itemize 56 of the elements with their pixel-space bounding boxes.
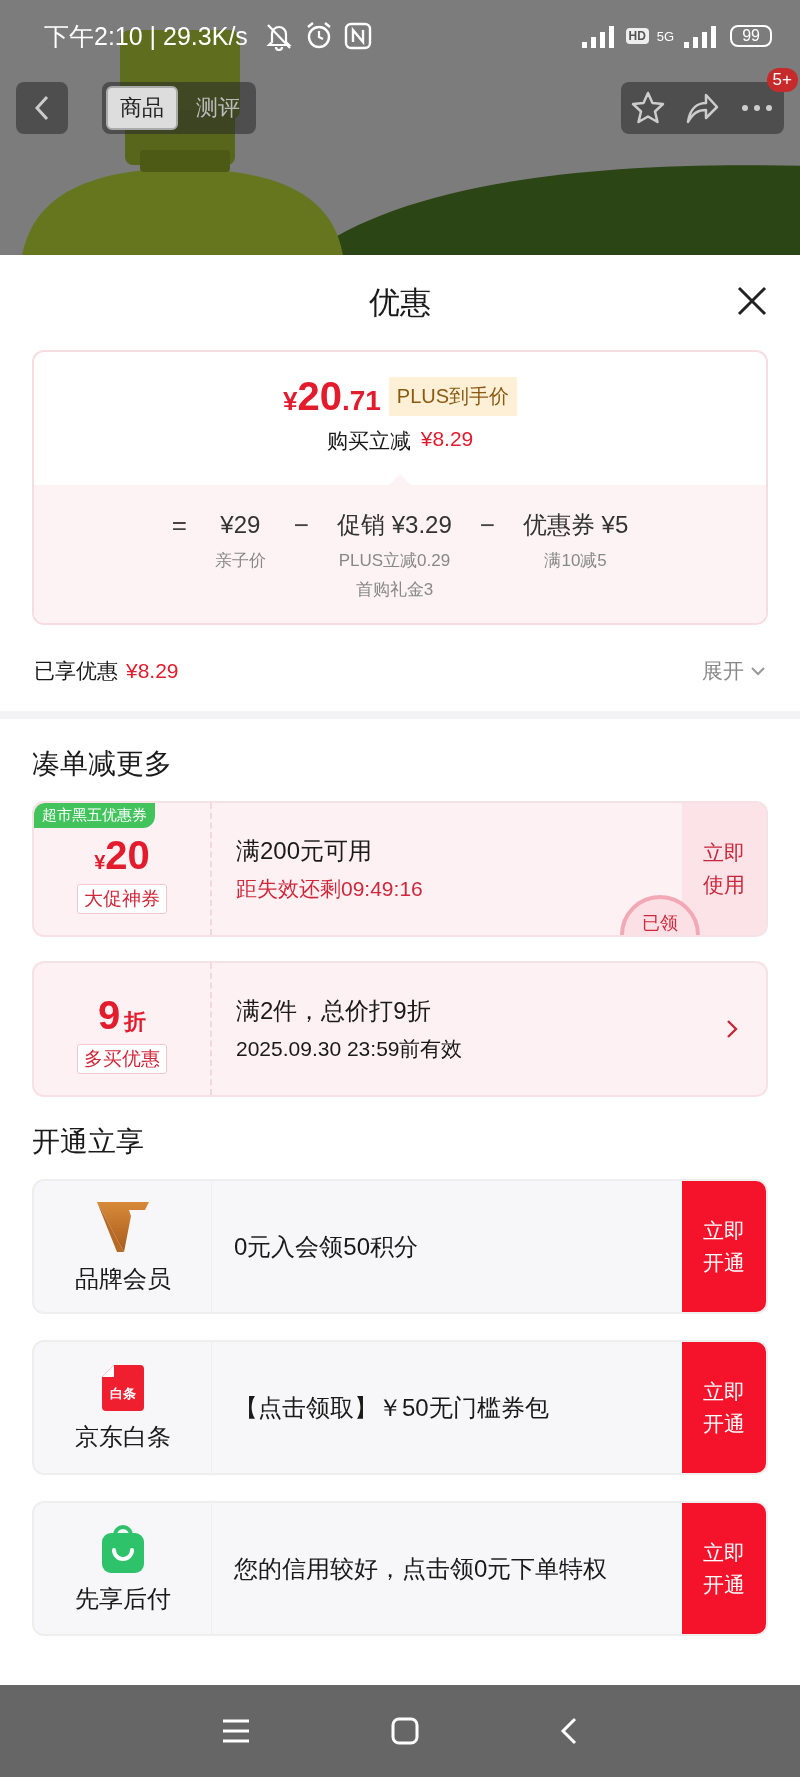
- membership-desc: 【点击领取】￥50无门槛券包: [233, 1392, 550, 1423]
- activate-button[interactable]: 立即开通: [682, 1342, 766, 1473]
- membership-name: 先享后付: [74, 1583, 171, 1614]
- operator-sign: −: [479, 509, 495, 542]
- validity-text: 2025.09.30 23:59前有效: [236, 1036, 464, 1062]
- chevron-down-icon: [750, 666, 766, 676]
- price-term: 促销 ¥3.29: [337, 510, 452, 540]
- offer-amount: ¥20: [94, 832, 150, 878]
- enjoyed-label: 已享优惠: [34, 658, 118, 684]
- menu-icon[interactable]: [221, 1718, 251, 1744]
- offer-label: 多买优惠: [77, 1043, 167, 1074]
- logo-text: 白条: [108, 1384, 137, 1403]
- term-note: 亲子价: [214, 550, 266, 572]
- operator-sign: =: [171, 509, 187, 542]
- offer-label: 大促神券: [77, 883, 167, 914]
- term-note: PLUS立减0.29: [338, 550, 451, 572]
- offer-title: 满2件，总价打9折: [236, 996, 432, 1026]
- tab[interactable]: 测评: [184, 86, 252, 130]
- price-term: 优惠券 ¥5: [522, 510, 629, 540]
- hd-indicator: HD: [625, 28, 649, 44]
- operator-sign: −: [293, 509, 310, 542]
- document-shape-icon: [99, 1362, 146, 1413]
- membership-name: 品牌会员: [74, 1263, 171, 1294]
- activate-button[interactable]: 立即开通: [682, 1181, 766, 1312]
- section-title: 开通立享: [31, 1125, 145, 1159]
- chevron-right-icon[interactable]: [726, 1019, 738, 1039]
- star-icon[interactable]: [630, 90, 667, 126]
- saving-value: ¥8.29: [420, 427, 474, 452]
- network-label: 5G: [656, 28, 675, 44]
- close-icon: [736, 285, 768, 317]
- saving-label: 购买立减: [326, 428, 411, 454]
- price-term: ¥29: [220, 510, 261, 540]
- term-note: 满10减5: [544, 550, 607, 572]
- final-price: ¥20.71: [282, 374, 381, 419]
- enjoyed-value: ¥8.29: [126, 659, 179, 683]
- section-title: 凑单减更多: [31, 747, 173, 781]
- use-button[interactable]: 立即使用: [682, 803, 766, 935]
- term-note: 首购礼金3: [355, 579, 434, 601]
- coupon-tag: 超市黑五优惠券: [34, 803, 155, 828]
- claimed-stamp: 已领: [620, 895, 700, 935]
- price-tag: PLUS到手价: [388, 377, 518, 416]
- countdown-text: 距失效还剩09:49:16: [236, 876, 424, 902]
- offer-amount: 9折: [97, 992, 147, 1038]
- nfc-icon: [343, 22, 372, 50]
- offer-title: 满200元可用: [236, 836, 374, 866]
- back-icon[interactable]: [559, 1716, 579, 1746]
- home-icon[interactable]: [391, 1717, 419, 1745]
- membership-desc: 0元入会领50积分: [233, 1231, 420, 1262]
- tab[interactable]: 商品: [106, 86, 178, 130]
- expand-button[interactable]: 展开: [702, 657, 766, 685]
- battery-level: 99: [730, 25, 772, 47]
- activate-button[interactable]: 立即开通: [682, 1503, 766, 1634]
- membership-name: 京东白条: [74, 1421, 171, 1452]
- back-button[interactable]: [16, 82, 68, 134]
- membership-desc: 您的信用较好，点击领0元下单特权: [233, 1553, 609, 1584]
- sheet-title: 优惠: [369, 283, 431, 322]
